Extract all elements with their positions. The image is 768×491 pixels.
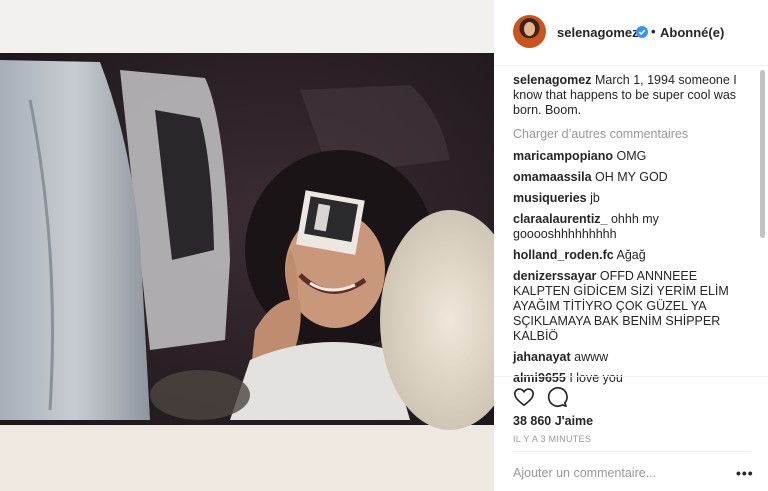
caption: selenagomez March 1, 1994 someone I know…: [513, 73, 751, 118]
comments-list: selenagomez March 1, 1994 someone I know…: [513, 73, 751, 392]
comment-text: Ağağ: [616, 248, 646, 262]
header-separator: •: [651, 24, 656, 39]
post-header: selenagomez • Abonné(e): [494, 0, 768, 66]
avatar-face: [524, 22, 535, 36]
list-item: musiqueries jb: [513, 191, 751, 206]
likes-count[interactable]: 38 860 J'aime: [513, 414, 593, 428]
post-timestamp[interactable]: IL Y A 3 MINUTES: [513, 434, 591, 444]
speech-bubble-icon[interactable]: [546, 386, 568, 408]
comment-username[interactable]: jahanayat: [513, 350, 571, 364]
list-item: denizerssayar OFFD ANNNEEE KALPTEN GİDİC…: [513, 269, 751, 344]
comments-scrollbar[interactable]: [758, 66, 766, 380]
avatar[interactable]: [513, 15, 546, 48]
list-item: holland_roden.fc Ağağ: [513, 248, 751, 263]
load-more-comments-link[interactable]: Charger d’autres commentaires: [513, 127, 751, 142]
heart-outline-icon[interactable]: [513, 386, 535, 408]
divider: [513, 451, 751, 452]
post-image: [0, 0, 494, 491]
list-item: maricampopiano OMG: [513, 149, 751, 164]
comment-text: OH MY GOD: [595, 170, 668, 184]
caption-username[interactable]: selenagomez: [513, 73, 592, 87]
scrollbar-thumb[interactable]: [760, 70, 765, 238]
add-comment-input[interactable]: Ajouter un commentaire...: [513, 466, 656, 480]
comment-username[interactable]: denizerssayar: [513, 269, 596, 283]
post-photo[interactable]: [0, 0, 494, 491]
comment-username[interactable]: omamaassila: [513, 170, 592, 184]
post-side-panel: selenagomez • Abonné(e) selenagomez Marc…: [494, 0, 768, 491]
comment-username[interactable]: claraalaurentiz_: [513, 212, 608, 226]
header-username[interactable]: selenagomez: [557, 25, 639, 40]
post-actions: 38 860 J'aime IL Y A 3 MINUTES Ajouter u…: [494, 376, 768, 491]
more-options-icon[interactable]: •••: [736, 465, 754, 481]
comment-username[interactable]: musiqueries: [513, 191, 587, 205]
comment-text: jb: [590, 191, 600, 205]
comment-text: OMG: [616, 149, 647, 163]
comment-text: awww: [574, 350, 609, 364]
comment-username[interactable]: holland_roden.fc: [513, 248, 614, 262]
list-item: jahanayat awww: [513, 350, 751, 365]
verified-badge-icon: [636, 26, 648, 38]
follow-status-button[interactable]: Abonné(e): [660, 25, 724, 40]
comment-username[interactable]: maricampopiano: [513, 149, 613, 163]
list-item: omamaassila OH MY GOD: [513, 170, 751, 185]
list-item: claraalaurentiz_ ohhh my gooooshhhhhhhhh: [513, 212, 751, 242]
